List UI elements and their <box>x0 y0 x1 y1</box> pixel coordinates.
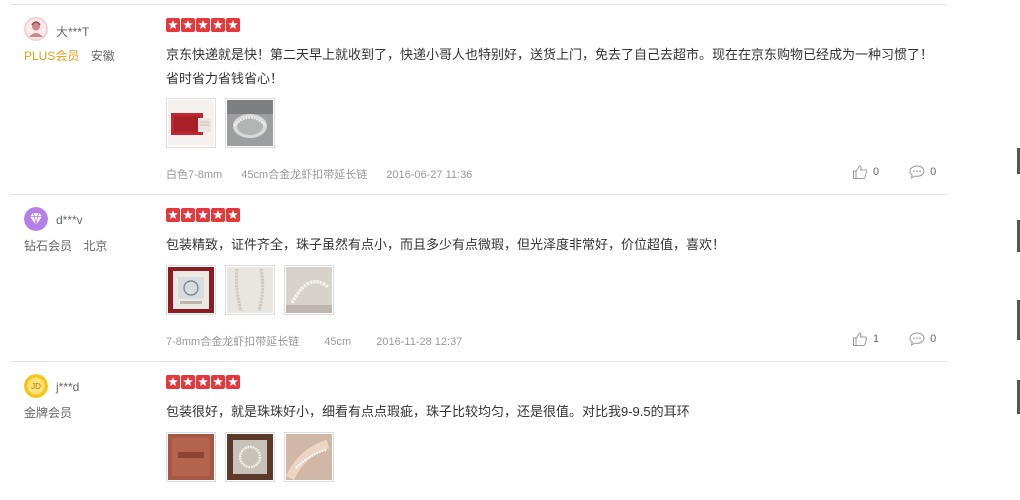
review-images <box>166 265 334 315</box>
user-meta: PLUS会员 安徽 <box>24 47 115 64</box>
review-images <box>166 432 334 482</box>
like-count: 0 <box>873 166 880 178</box>
review-images <box>166 98 275 148</box>
star-icon <box>226 18 240 32</box>
spec-size: 45cm合金龙虾扣带延长链 <box>241 169 368 181</box>
review-image[interactable] <box>166 265 216 315</box>
review-date: 2016-06-27 11:36 <box>386 169 473 181</box>
product-specs: 白色7-8mm 45cm合金龙虾扣带延长链 2016-06-27 11:36 <box>166 166 488 182</box>
user-nickname: 大***T <box>56 25 90 39</box>
thumbs-up-icon <box>853 332 867 346</box>
svg-text:JD: JD <box>31 382 41 391</box>
star-rating <box>166 208 240 222</box>
photo-thumbnail <box>168 100 214 146</box>
star-icon <box>211 208 225 222</box>
user-location: 安徽 <box>90 49 115 63</box>
user-location: 北京 <box>83 239 108 253</box>
review-content: 包装精致，证件齐全，珠子虽然有点小，而且多少有点微瑕，但光泽度非常好，价位超值，… <box>166 237 726 252</box>
reply-count: 0 <box>930 166 937 178</box>
member-level: 钻石会员 <box>24 239 73 253</box>
photo-thumbnail <box>168 434 214 480</box>
reply-count: 0 <box>930 333 937 345</box>
thumbs-up-icon <box>853 165 867 179</box>
photo-thumbnail <box>227 100 273 146</box>
review-actions: 0 0 <box>852 164 936 180</box>
review-image[interactable] <box>225 432 275 482</box>
comment-icon <box>909 165 925 180</box>
diamond-member-icon <box>24 207 48 231</box>
avatar[interactable] <box>24 207 48 231</box>
star-rating <box>166 18 240 32</box>
gold-member-icon: JD <box>24 374 48 398</box>
star-icon <box>226 375 240 389</box>
spec-length: 45cm <box>324 336 352 348</box>
review-image[interactable] <box>225 98 275 148</box>
review-image[interactable] <box>284 265 334 315</box>
member-level: 金牌会员 <box>24 406 73 420</box>
review-image[interactable] <box>166 98 216 148</box>
star-icon <box>181 18 195 32</box>
avatar[interactable]: JD <box>24 374 48 398</box>
review-actions: 1 0 <box>852 331 936 347</box>
photo-thumbnail <box>286 267 332 313</box>
avatar[interactable] <box>24 17 48 41</box>
spec-color: 白色7-8mm <box>166 169 223 181</box>
like-count: 1 <box>873 333 880 345</box>
reply-button[interactable]: 0 <box>909 164 936 180</box>
star-icon <box>181 375 195 389</box>
product-specs: 7-8mm合金龙虾扣带延长链 45cm 2016-11-28 12:37 <box>166 333 478 349</box>
photo-thumbnail <box>227 434 273 480</box>
reply-button[interactable]: 0 <box>909 331 936 347</box>
star-icon <box>211 375 225 389</box>
spec-size: 7-8mm合金龙虾扣带延长链 <box>166 336 300 348</box>
comment-icon <box>909 332 925 347</box>
star-icon <box>196 18 210 32</box>
review-content: 包装很好，就是珠珠好小，细看有点点瑕疵，珠子比较均匀，还是很值。对比我9-9.5… <box>166 404 690 419</box>
star-icon <box>166 208 180 222</box>
review-image[interactable] <box>166 432 216 482</box>
review-date: 2016-11-28 12:37 <box>376 336 463 348</box>
user-nickname: d***v <box>56 213 83 227</box>
star-icon <box>166 18 180 32</box>
star-icon <box>196 208 210 222</box>
avatar-image <box>24 17 48 41</box>
star-icon <box>196 375 210 389</box>
photo-thumbnail <box>227 267 273 313</box>
like-button[interactable]: 1 <box>852 331 879 347</box>
reviews-page: 大***T PLUS会员 安徽 京东快递就是快！第二天早上就收到了，快递小哥人也… <box>0 0 1020 500</box>
photo-thumbnail <box>286 434 332 480</box>
member-level: PLUS会员 <box>24 49 80 63</box>
star-icon <box>211 18 225 32</box>
user-nickname: j***d <box>56 380 80 394</box>
star-icon <box>181 208 195 222</box>
review-item: JD j***d 金牌会员 包装很好，就是珠珠好小，细看有点点瑕疵，珠子比较均匀… <box>10 362 948 500</box>
photo-thumbnail <box>168 267 214 313</box>
review-item: d***v 钻石会员 北京 包装精致，证件齐全，珠子虽然有点小，而且多少有点微瑕… <box>10 195 948 362</box>
review-image[interactable] <box>284 432 334 482</box>
star-rating <box>166 375 240 389</box>
user-meta: 钻石会员 北京 <box>24 237 107 254</box>
star-icon <box>166 375 180 389</box>
star-icon <box>226 208 240 222</box>
review-content: 京东快递就是快！第二天早上就收到了，快递小哥人也特别好，送货上门，免去了自己去超… <box>166 47 934 86</box>
user-meta: 金牌会员 <box>24 404 80 421</box>
like-button[interactable]: 0 <box>852 164 879 180</box>
review-image[interactable] <box>225 265 275 315</box>
review-item: 大***T PLUS会员 安徽 京东快递就是快！第二天早上就收到了，快递小哥人也… <box>10 5 948 195</box>
